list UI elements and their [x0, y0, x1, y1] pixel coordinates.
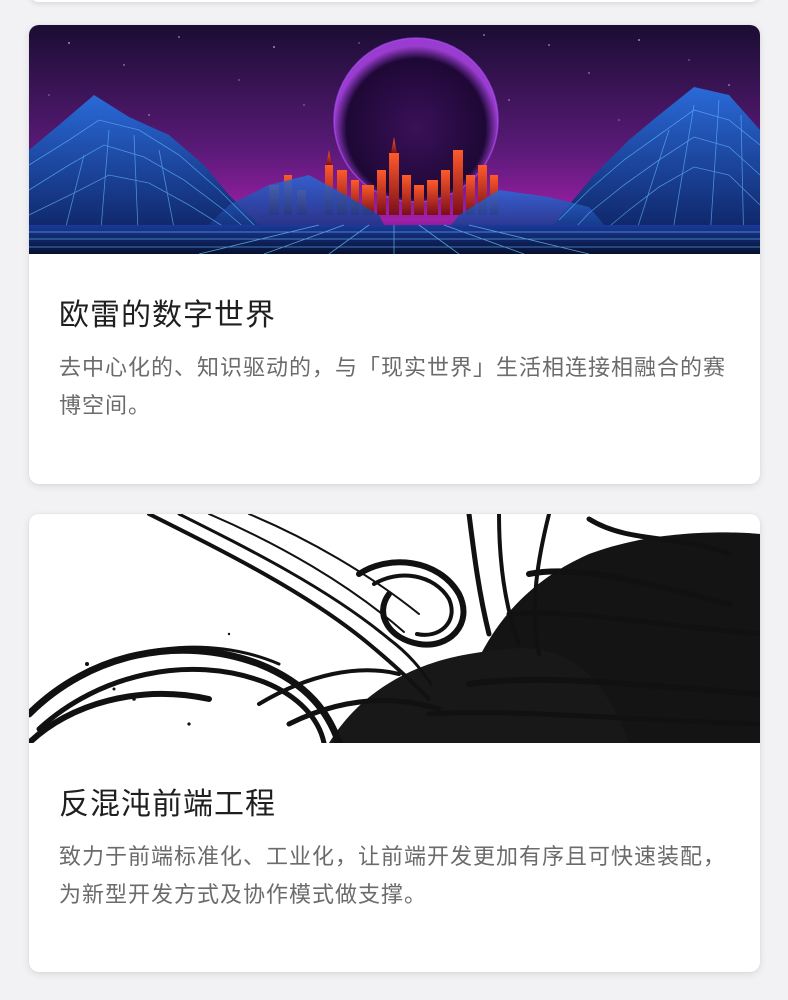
- synthwave-city-banner-icon: [29, 25, 760, 254]
- card-description: 去中心化的、知识驱动的，与「现实世界」生活相连接相融合的赛博空间。: [59, 356, 727, 419]
- ink-scribble-banner-icon: [29, 514, 760, 743]
- card-body: 反混沌前端工程 致力于前端标准化、工业化，让前端开发更加有序且可快速装配，为新型…: [29, 743, 760, 915]
- card-title: 反混沌前端工程: [59, 787, 276, 822]
- card-description: 致力于前端标准化、工业化，让前端开发更加有序且可快速装配，为新型开发方式及协作模…: [59, 845, 727, 908]
- project-card-digital-world[interactable]: 欧雷的数字世界 去中心化的、知识驱动的，与「现实世界」生活相连接相融合的赛博空间…: [29, 25, 760, 484]
- project-card-anti-chaos[interactable]: 反混沌前端工程 致力于前端标准化、工业化，让前端开发更加有序且可快速装配，为新型…: [29, 514, 760, 972]
- card-title: 欧雷的数字世界: [59, 298, 276, 333]
- project-list: 欧雷的数字世界 去中心化的、知识驱动的，与「现实世界」生活相连接相融合的赛博空间…: [0, 0, 788, 1000]
- card-body: 欧雷的数字世界 去中心化的、知识驱动的，与「现实世界」生活相连接相融合的赛博空间…: [29, 254, 760, 426]
- previous-card-edge[interactable]: [29, 0, 760, 2]
